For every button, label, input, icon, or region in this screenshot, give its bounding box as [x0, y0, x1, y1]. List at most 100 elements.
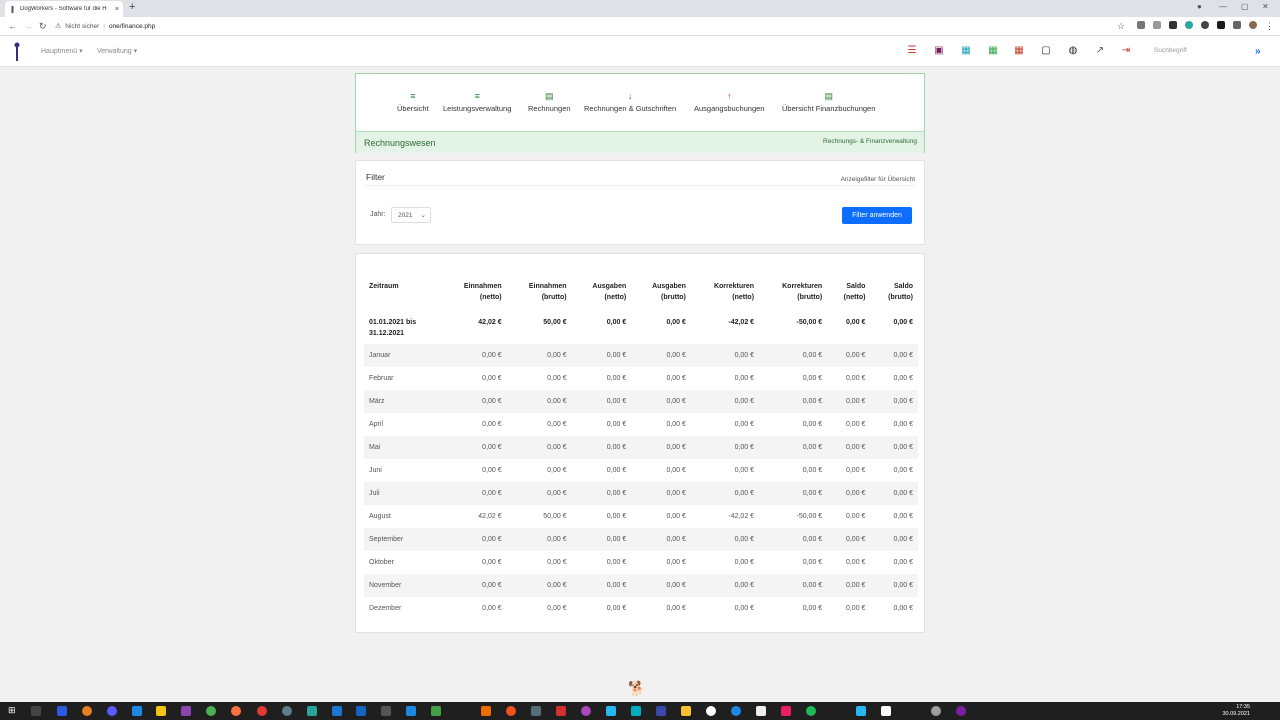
year-select[interactable]: 2021 ⌄ [391, 207, 431, 223]
browser-menu-icon[interactable]: ⋮ [1265, 21, 1274, 32]
extension-s-icon[interactable] [1169, 21, 1177, 29]
table-row[interactable]: Mai 0,00 €0,00 €0,00 €0,00 €0,00 €0,00 €0… [364, 436, 918, 459]
table-row[interactable]: Januar 0,00 €0,00 €0,00 €0,00 €0,00 €0,00… [364, 344, 918, 367]
table-row[interactable]: März 0,00 €0,00 €0,00 €0,00 €0,00 €0,00 €… [364, 390, 918, 413]
app-icon[interactable] [332, 706, 342, 716]
maximize-button[interactable]: ▢ [1241, 2, 1249, 11]
app-icon[interactable] [756, 706, 766, 716]
app-icon[interactable] [181, 706, 191, 716]
table-row[interactable]: Februar 0,00 € 0,00 € 0,00 € 0,00 € 0,00 € 0,0… [364, 367, 918, 390]
bookmark-star-icon[interactable]: ☆ [1117, 21, 1125, 32]
app-icon[interactable] [631, 706, 641, 716]
clock-app-icon[interactable] [706, 706, 716, 716]
column-header: Ausgaben (brutto) [631, 275, 691, 314]
search-input[interactable]: Suchbegriff [1149, 44, 1245, 58]
nav-ausgangsbuchungen[interactable]: ↑ Ausgangsbuchungen [694, 90, 764, 113]
windows-start-icon[interactable]: ⊞ [8, 705, 16, 716]
app-logo-icon[interactable] [14, 42, 20, 61]
amount-cell: 0,00 € [759, 528, 828, 551]
spotify-icon[interactable] [806, 706, 816, 716]
app-icon[interactable] [307, 706, 317, 716]
amount-cell: 0,00 € [690, 574, 760, 597]
messenger-icon[interactable] [107, 706, 117, 716]
globe-icon[interactable]: ◍ [1068, 46, 1078, 56]
column-header-line: (brutto) [541, 294, 567, 301]
external-link-icon[interactable]: ↗ [1095, 46, 1105, 56]
contact-card-icon[interactable]: ▣ [934, 46, 944, 56]
nav-uebersicht[interactable]: ≡ Übersicht [397, 90, 429, 113]
app-icon[interactable] [781, 706, 791, 716]
dashboard-icon[interactable]: ▦ [961, 46, 971, 56]
menu-verwaltung[interactable]: Verwaltung ▾ [97, 47, 137, 55]
url-separator: | [103, 22, 105, 30]
app-icon[interactable] [406, 706, 416, 716]
apply-filter-button[interactable]: Filter anwenden [842, 207, 912, 224]
logout-icon[interactable]: ⇥ [1121, 46, 1131, 56]
app-icon[interactable] [606, 706, 616, 716]
list-icon[interactable]: ☰ [907, 46, 917, 56]
tab-close-icon[interactable]: × [115, 6, 119, 13]
nav-leistungsverwaltung[interactable]: ≡ Leistungsverwaltung [443, 90, 511, 113]
app-icon[interactable] [581, 706, 591, 716]
app-icon[interactable] [506, 706, 516, 716]
taskview-icon[interactable] [31, 706, 41, 716]
table-row[interactable]: Oktober 0,00 € 0,00 € 0,00 € 0,00 € 0,00 € 0,0… [364, 551, 918, 574]
app-icon[interactable] [731, 706, 741, 716]
app-icon[interactable] [431, 706, 441, 716]
grid-red-icon[interactable]: ▦ [1014, 46, 1024, 56]
table-row[interactable]: Juli 0,00 €0,00 €0,00 €0,00 €0,00 €0,00 €… [364, 482, 918, 505]
word-icon[interactable] [356, 706, 366, 716]
profile-dot-icon[interactable]: ● [1197, 2, 1202, 11]
app-icon[interactable] [856, 706, 866, 716]
table-row[interactable]: April 0,00 € 0,00 € 0,00 € 0,00 € 0,00 € 0,00 … [364, 413, 918, 436]
table-row[interactable]: September 0,00 €0,00 €0,00 €0,00 €0,00 €0… [364, 528, 918, 551]
app-icon[interactable] [282, 706, 292, 716]
forward-icon[interactable]: → [24, 21, 33, 31]
app-icon[interactable] [956, 706, 966, 716]
table-row[interactable]: November 0,00 €0,00 €0,00 €0,00 €0,00 €0,… [364, 574, 918, 597]
new-tab-button[interactable]: + [129, 1, 135, 13]
search-icon[interactable] [931, 706, 941, 716]
app-icon[interactable] [82, 706, 92, 716]
extension-camera-icon[interactable] [1153, 21, 1161, 29]
column-header-line: Ausgaben [592, 283, 627, 290]
extensions-puzzle-icon[interactable] [1233, 21, 1241, 29]
back-icon[interactable]: ← [8, 21, 17, 31]
reload-icon[interactable]: ↻ [39, 21, 47, 32]
extension-g-icon[interactable] [1217, 21, 1225, 29]
browser-tab[interactable]: DogWorkers - Software für die H × [5, 1, 123, 17]
calendar-icon[interactable]: ▢ [1041, 46, 1051, 56]
url-bar[interactable]: ⚠ Nicht sicher | one/finance.php [55, 19, 1130, 33]
extension-circle-icon[interactable] [1201, 21, 1209, 29]
app-icon[interactable] [57, 706, 67, 716]
taskbar-clock[interactable]: 17:35 30.09.2021 [1222, 704, 1250, 718]
amount-cell: 0,00 € [441, 482, 507, 505]
expand-chevron-icon[interactable]: » [1255, 46, 1261, 57]
minimize-button[interactable]: — [1219, 2, 1227, 11]
nav-rechnungen-gutschriften[interactable]: ↓ Rechnungen & Gutschriften [584, 90, 676, 113]
app-icon[interactable] [132, 706, 142, 716]
apps-grid-icon[interactable]: ▦ [988, 46, 998, 56]
nav-rechnungen[interactable]: ▤ Rechnungen [528, 90, 571, 113]
nav-uebersicht-finanzbuchungen[interactable]: ▤ Übersicht Finanzbuchungen [782, 90, 875, 113]
table-row[interactable]: Juni 0,00 € 0,00 € 0,00 € 0,00 € 0,00 € 0,00 €… [364, 459, 918, 482]
window-close-button[interactable]: ✕ [1262, 2, 1269, 11]
extension-grammar-icon[interactable] [1185, 21, 1193, 29]
app-icon[interactable] [681, 706, 691, 716]
table-row[interactable]: Dezember 0,00 € 0,00 € 0,00 € 0,00 € 0,00 € 0,… [364, 597, 918, 620]
menu-hauptmenue[interactable]: Hauptmenü ▾ [41, 47, 83, 55]
app-icon[interactable] [481, 706, 491, 716]
chrome-icon[interactable] [206, 706, 216, 716]
explorer-icon[interactable] [156, 706, 166, 716]
app-icon[interactable] [881, 706, 891, 716]
profile-avatar[interactable] [1249, 21, 1257, 29]
extension-shield-icon[interactable] [1137, 21, 1145, 29]
app-icon[interactable] [656, 706, 666, 716]
opera-icon[interactable] [257, 706, 267, 716]
app-icon[interactable] [381, 706, 391, 716]
amount-cell: 0,00 € [845, 513, 866, 520]
app-icon[interactable] [556, 706, 566, 716]
firefox-icon[interactable] [231, 706, 241, 716]
table-row[interactable]: August 42,02 € 50,00 € 0,00 € 0,00 € -42,02 €… [364, 505, 918, 528]
app-icon[interactable] [531, 706, 541, 716]
